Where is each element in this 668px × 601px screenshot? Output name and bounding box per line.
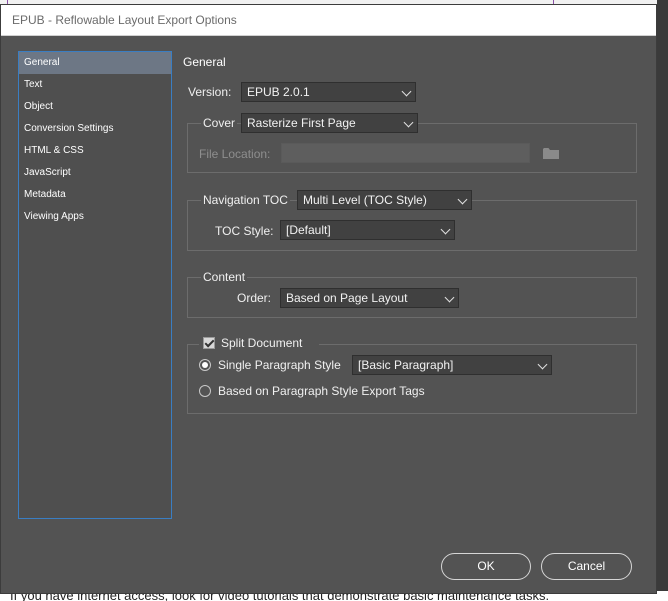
single-paragraph-style-radio[interactable] xyxy=(199,359,211,371)
checkmark-icon xyxy=(204,337,215,348)
background-panel-edge xyxy=(657,0,668,601)
chevron-down-icon xyxy=(537,359,548,370)
dialog-titlebar[interactable]: EPUB - Reflowable Layout Export Options xyxy=(1,5,656,36)
sidebar-item-javascript[interactable]: JavaScript xyxy=(19,162,171,184)
sidebar-item-metadata[interactable]: Metadata xyxy=(19,184,171,206)
sidebar-item-conversion-settings[interactable]: Conversion Settings xyxy=(19,118,171,140)
chevron-down-icon xyxy=(401,86,412,97)
ok-button[interactable]: OK xyxy=(441,553,531,580)
export-tags-label: Based on Paragraph Style Export Tags xyxy=(218,384,425,398)
split-document-label: Split Document xyxy=(221,336,303,350)
chevron-down-icon xyxy=(440,224,451,235)
file-location-label: File Location: xyxy=(199,147,271,161)
order-value: Based on Page Layout xyxy=(286,291,408,305)
chevron-down-icon xyxy=(457,194,468,205)
cover-select-value: Rasterize First Page xyxy=(247,116,356,130)
dialog-title: EPUB - Reflowable Layout Export Options xyxy=(12,13,237,27)
navigation-toc-label: Navigation TOC xyxy=(201,193,290,207)
export-options-dialog: EPUB - Reflowable Layout Export Options … xyxy=(0,4,657,594)
sidebar-item-object[interactable]: Object xyxy=(19,96,171,118)
cover-label: Cover xyxy=(201,116,238,130)
content-label: Content xyxy=(201,270,248,284)
split-document-checkbox[interactable] xyxy=(203,337,215,349)
file-location-field xyxy=(281,143,530,163)
chevron-down-icon xyxy=(403,117,414,128)
toc-style-value: [Default] xyxy=(286,223,331,237)
single-paragraph-style-label: Single Paragraph Style xyxy=(218,358,341,372)
order-label: Order: xyxy=(237,291,272,305)
order-select[interactable]: Based on Page Layout xyxy=(280,288,459,308)
navigation-toc-select[interactable]: Multi Level (TOC Style) xyxy=(297,190,472,210)
version-select[interactable]: EPUB 2.0.1 xyxy=(241,82,416,102)
category-sidebar: General Text Object Conversion Settings … xyxy=(18,51,172,519)
version-label: Version: xyxy=(188,85,232,99)
version-select-value: EPUB 2.0.1 xyxy=(247,85,310,99)
paragraph-style-select[interactable]: [Basic Paragraph] xyxy=(352,355,552,375)
export-tags-radio[interactable] xyxy=(199,385,211,397)
sidebar-item-html-css[interactable]: HTML & CSS xyxy=(19,140,171,162)
chevron-down-icon xyxy=(444,292,455,303)
cancel-button[interactable]: Cancel xyxy=(541,553,632,580)
toc-style-label: TOC Style: xyxy=(215,224,274,238)
sidebar-item-text[interactable]: Text xyxy=(19,74,171,96)
sidebar-item-viewing-apps[interactable]: Viewing Apps xyxy=(19,206,171,228)
sidebar-item-general[interactable]: General xyxy=(19,52,171,74)
cover-select[interactable]: Rasterize First Page xyxy=(241,113,418,133)
folder-icon xyxy=(543,148,559,159)
navigation-toc-value: Multi Level (TOC Style) xyxy=(303,193,427,207)
toc-style-select[interactable]: [Default] xyxy=(280,220,455,240)
panel-heading: General xyxy=(183,55,226,69)
paragraph-style-value: [Basic Paragraph] xyxy=(358,358,454,372)
